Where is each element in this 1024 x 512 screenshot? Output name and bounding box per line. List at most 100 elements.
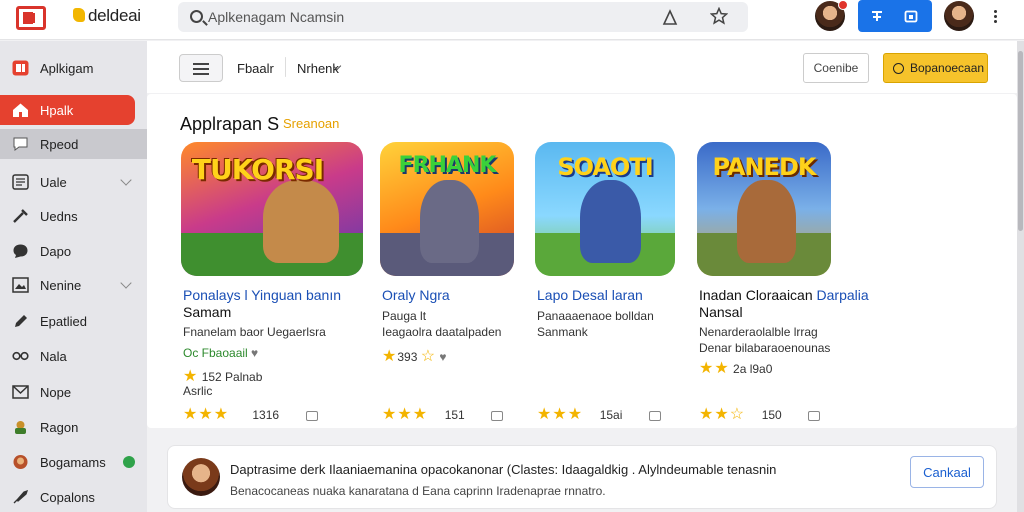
mail-icon (12, 385, 29, 399)
brand-icon (73, 8, 85, 22)
game2-icon (13, 455, 28, 469)
game-stars-row: ★★☆ 150 (699, 404, 821, 424)
avatar[interactable] (182, 458, 220, 496)
thumbs-up-icon[interactable] (305, 410, 318, 421)
status-dot (123, 456, 135, 468)
game-stars-row: ★★★ 15ai (537, 404, 662, 424)
game-art-title: FRHANK (398, 152, 497, 178)
menu-button[interactable] (179, 54, 223, 82)
sidebar-header[interactable]: Aplkigam (0, 53, 147, 83)
tools-icon (13, 209, 28, 223)
game-art-title: SOAOTI (557, 152, 653, 181)
thumbs-up-icon[interactable] (491, 410, 504, 421)
glasses-icon (12, 351, 29, 361)
section-link[interactable]: Sreanoan (283, 116, 339, 131)
scrollbar-thumb[interactable] (1018, 51, 1023, 231)
sidebar-item-label: Bogamams (40, 455, 106, 470)
sidebar-item-home[interactable]: Hpalk (0, 95, 135, 125)
list-icon (12, 174, 29, 190)
share-icon[interactable] (870, 9, 884, 23)
sidebar-header-label: Aplkigam (40, 61, 94, 76)
game-stars-row: ★★★ 1316 (183, 404, 318, 424)
sidebar-item-label: Hpalk (40, 103, 74, 118)
calendar-icon[interactable] (904, 9, 918, 23)
more-options-icon[interactable] (994, 10, 998, 26)
cancel-button[interactable]: Cankaal (910, 456, 984, 488)
divider (285, 57, 286, 77)
filter-dropdown[interactable]: Nrhenk (297, 61, 339, 76)
image-icon (12, 277, 29, 293)
sidebar-item-label: Uale (40, 175, 67, 190)
game-title: Ponalays l Yinguan banın Samam (183, 287, 342, 320)
toolbar: Fbaalr Nrhenk Coenibe Bopanoecaan (147, 41, 1017, 93)
game-title: Lapo Desal laran (537, 287, 643, 303)
sidebar-item-label: Ragon (40, 420, 79, 435)
sidebar-item-label: Nope (40, 385, 72, 400)
game-title: Inadan Cloraaican Darpalia Nansal (699, 287, 869, 320)
thumbs-up-icon[interactable] (649, 410, 662, 421)
brand-name[interactable]: deldeai (88, 6, 141, 26)
sidebar-item-ragon[interactable]: Ragon (0, 412, 147, 442)
sidebar-item-label: Uedns (40, 209, 78, 224)
star-icon[interactable] (710, 7, 728, 25)
game-art-title: TUKORSI (191, 152, 324, 186)
rocket-icon (13, 489, 29, 504)
top-bar: deldeai (0, 0, 1024, 40)
sidebar-item-epatlied[interactable]: Epatlied (0, 306, 147, 336)
primary-button[interactable]: Bopanoecaan (883, 53, 988, 83)
game-thumbnail[interactable]: TUKORSI (181, 142, 363, 276)
chevron-down-icon[interactable] (120, 174, 132, 186)
filter-tab-1[interactable]: Fbaalr (237, 61, 274, 76)
sidebar-item-rpeod[interactable]: Rpeod (0, 129, 147, 159)
games-card: Applrapan S Sreanoan TUKORSI Ponalays l … (147, 94, 1017, 428)
game-description: Panaaaenaoe bolldan Sanmank (537, 309, 654, 339)
sidebar-item-dapo[interactable]: Dapo (0, 236, 147, 266)
sidebar-item-nope[interactable]: Nope (0, 377, 147, 407)
sidebar-item-label: Nala (40, 349, 67, 364)
scrollbar[interactable] (1017, 41, 1024, 512)
microphone-icon[interactable] (662, 8, 678, 26)
game-thumbnail[interactable]: PANEDK (697, 142, 831, 276)
chat-icon (13, 137, 28, 151)
game-stars-row: ★★★ 151 (382, 404, 504, 424)
profile-avatar[interactable] (944, 1, 974, 31)
sidebar-item-label: Epatlied (40, 314, 87, 329)
sidebar-item-uedns[interactable]: Uedns (0, 201, 147, 231)
sidebar-item-label: Nenine (40, 278, 82, 293)
chevron-down-icon[interactable] (120, 277, 132, 289)
game-art-title: PANEDK (712, 152, 817, 181)
game-thumbnail[interactable]: FRHANK (380, 142, 514, 276)
game-description: Nenarderaolalble lrrag Denar bilabaraoeno… (699, 325, 831, 355)
sidebar-item-copalons[interactable]: Copalons (0, 482, 147, 512)
sidebar: Aplkigam Hpalk Rpeod Uale Uedns Dapo Nen… (0, 41, 147, 512)
search-input[interactable] (208, 6, 648, 28)
notification-badge (838, 0, 848, 10)
game-rating: ★393 ☆ ♥ (382, 348, 447, 365)
game-rating: ★★ 2a l9a0 (699, 360, 773, 377)
game-meta: Oc Fbaoaail ♥ (183, 346, 259, 360)
secondary-button[interactable]: Coenibe (803, 53, 869, 83)
search-icon[interactable] (190, 10, 203, 23)
action-button-group[interactable] (858, 0, 932, 32)
section-title: Applrapan S (180, 114, 280, 134)
game-icon (15, 421, 26, 434)
sidebar-item-label: Rpeod (40, 137, 79, 152)
main-content: Fbaalr Nrhenk Coenibe Bopanoecaan Applra… (147, 41, 1017, 512)
game-description: Pauga lt Ieagaolra daatalpaden (382, 309, 502, 339)
game-meta-2: Asrlic (183, 384, 213, 398)
sidebar-item-bogamams[interactable]: Bogamams (0, 447, 147, 477)
sidebar-item-uale[interactable]: Uale (0, 167, 147, 197)
thumbs-up-icon[interactable] (808, 410, 821, 421)
app-logo[interactable] (16, 6, 46, 30)
app-icon (12, 60, 29, 76)
chat-bubble-icon (13, 244, 28, 258)
sidebar-item-nala[interactable]: Nala (0, 341, 147, 371)
notification-title: Daptrasime derk Ilaaniaemanina opacokano… (230, 462, 777, 477)
home-icon (13, 103, 28, 117)
sidebar-item-nenine[interactable]: Nenine (0, 270, 147, 300)
sidebar-item-label: Copalons (40, 490, 95, 505)
game-description: Fnanelam baor Uegaerlsra (183, 325, 326, 339)
game-thumbnail[interactable]: SOAOTI (535, 142, 675, 276)
game-title: Oraly Ngra (382, 287, 450, 303)
pen-icon (15, 315, 27, 327)
